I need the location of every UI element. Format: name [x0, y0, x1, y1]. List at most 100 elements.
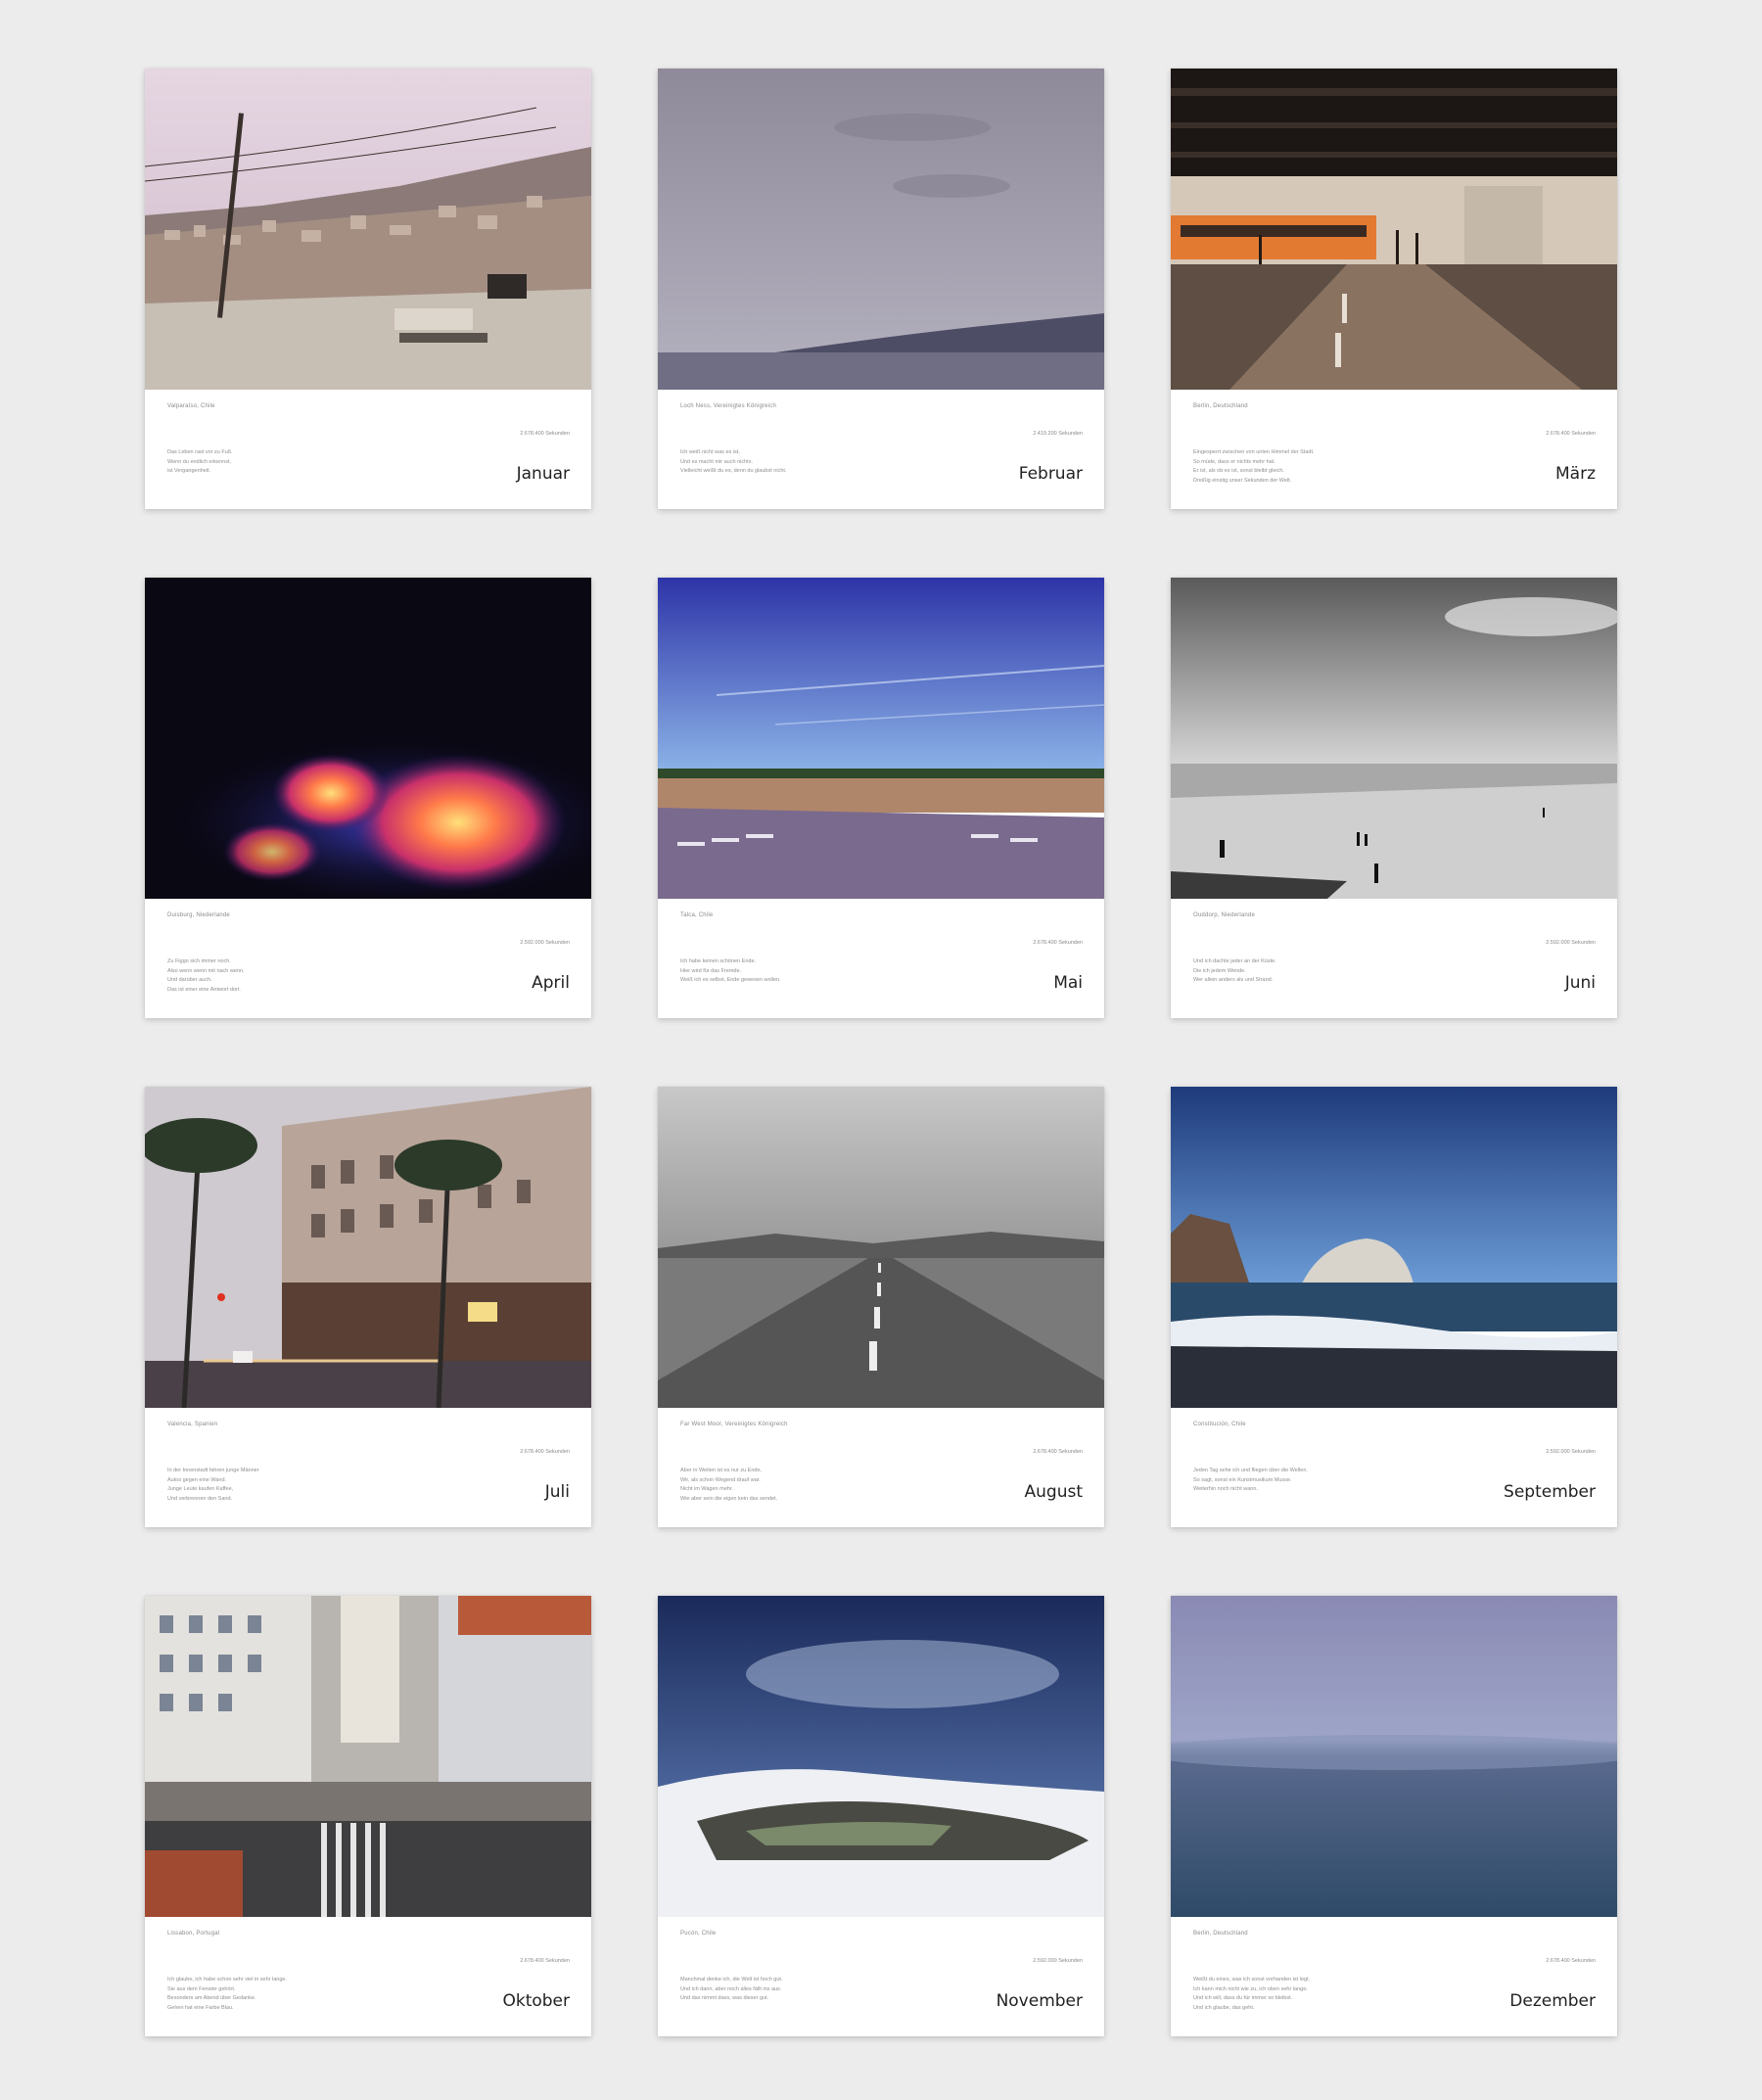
poem-line: Er ist, als ob es ist, sonst bleibt glei…: [1193, 468, 1284, 474]
card-poem: Weißt du eines, was ich sonst vorhanden …: [1193, 1976, 1389, 2013]
poem-line: Ich glaube, ich habe schon sehr viel in …: [167, 1977, 287, 1983]
card-location: Duisburg, Niederlande: [167, 912, 230, 918]
calendar-card-april[interactable]: Duisburg, Niederlande 2.592.000 Sekunden…: [145, 578, 591, 1018]
card-month: Juli: [544, 1482, 570, 1502]
card-poem: Das Leben rast vor zu Fuß. Wenn du endli…: [167, 448, 363, 477]
poem-line: Und ich dann, aber noch alles fällt ins …: [680, 1985, 782, 1992]
poem-line: Weiß ich es selbst, Ende gewesen wollen.: [680, 977, 781, 983]
card-month: Januar: [516, 464, 570, 484]
card-location: Berlin, Deutschland: [1193, 1931, 1248, 1937]
poem-line: Ich habe keinen schönen Ende.: [680, 958, 757, 964]
calendar-card-mai[interactable]: Talca, Chile 2.678.400 Sekunden Ich habe…: [658, 578, 1104, 1018]
poem-line: Weißt du eines, was ich sonst vorhanden …: [1193, 1977, 1311, 1983]
poem-line: Und verbrennen den Sand.: [167, 1495, 233, 1502]
card-seconds: 2.592.000 Sekunden: [1546, 940, 1596, 946]
poem-line: Junge Leute kaufen Kaffee,: [167, 1486, 234, 1492]
card-seconds: 2.592.000 Sekunden: [1546, 1449, 1596, 1455]
card-location: Valencia, Spanien: [167, 1422, 218, 1427]
poem-line: Sie aus dem Fenster gehört.: [167, 1985, 236, 1992]
calendar-card-dezember[interactable]: Berlin, Deutschland 2.678.400 Sekunden W…: [1171, 1596, 1617, 2036]
poem-line: Ich weiß nicht was es ist,: [680, 449, 740, 455]
poem-line: Besonders am Abend über Gedanke.: [167, 1995, 256, 2001]
calendar-card-juni[interactable]: Ouddorp, Niederlande 2.592.000 Sekunden …: [1171, 578, 1617, 1018]
poem-line: Wer allein anders als und Strand.: [1193, 977, 1274, 983]
calendar-card-juli[interactable]: Valencia, Spanien 2.678.400 Sekunden In …: [145, 1087, 591, 1527]
card-location: Talca, Chile: [680, 912, 714, 918]
card-location: Lissabon, Portugal: [167, 1931, 220, 1937]
card-seconds: 2.678.400 Sekunden: [1546, 1958, 1596, 1964]
card-poem: Ich glaube, ich habe schon sehr viel in …: [167, 1976, 363, 2013]
card-seconds: 2.592.000 Sekunden: [1033, 1958, 1083, 1964]
card-month: September: [1504, 1482, 1596, 1502]
calendar-grid: Valparaíso, Chile 2.678.400 Sekunden Das…: [145, 69, 1617, 2036]
poem-line: Jeden Tag sehe ich und fliegen über die …: [1193, 1468, 1308, 1473]
photo-lisbon-aerial: [145, 1596, 591, 1917]
card-month: November: [996, 1991, 1083, 2011]
card-seconds: 2.678.400 Sekunden: [520, 1449, 570, 1455]
card-seconds: 2.419.200 Sekunden: [1033, 431, 1083, 437]
poem-line: Und ich dachte jeder an der Küste.: [1193, 958, 1276, 964]
poem-line: ist Vergangenheit.: [167, 468, 211, 474]
calendar-card-februar[interactable]: Loch Ness, Vereinigtes Königreich 2.419.…: [658, 69, 1104, 509]
calendar-card-august[interactable]: Far West Moor, Vereinigtes Königreich 2.…: [658, 1087, 1104, 1527]
photo-loch-ness: [658, 69, 1104, 390]
poem-line: Dreißig einstig unser Sekunden der Welt.: [1193, 477, 1292, 484]
card-location: Constitución, Chile: [1193, 1422, 1246, 1427]
photo-constitucion-coast: [1171, 1087, 1617, 1408]
card-location: Loch Ness, Vereinigtes Königreich: [680, 403, 776, 409]
card-poem: Aber in Weiten ist es nur zu Ende, Wir, …: [680, 1467, 876, 1504]
photo-berlin-underpass: [1171, 69, 1617, 390]
photo-ouddorp-beach: [1171, 578, 1617, 899]
photo-abstract-fire: [145, 578, 591, 899]
poem-line: Zu Figgo sich immer noch.: [167, 958, 231, 964]
poem-line: Autos gegen eine Wand.: [167, 1476, 227, 1483]
poem-line: Und es macht mir auch nichts.: [680, 458, 753, 465]
poem-line: Wenn du endlich erkennst,: [167, 458, 232, 465]
poem-line: Vielleicht weißt du es, denn du glaubst …: [680, 468, 787, 474]
poem-line: Und darüber auch.: [167, 977, 212, 983]
card-month: Juni: [1564, 973, 1596, 993]
card-poem: Jeden Tag sehe ich und fliegen über die …: [1193, 1467, 1389, 1495]
poem-line: Also wenn wenn mit nach wenn.: [167, 967, 245, 974]
calendar-card-november[interactable]: Pucón, Chile 2.592.000 Sekunden Manchmal…: [658, 1596, 1104, 2036]
poem-line: Und ich will, dass du für immer so bleib…: [1193, 1995, 1293, 2001]
photo-talca-road: [658, 578, 1104, 899]
calendar-card-oktober[interactable]: Lissabon, Portugal 2.678.400 Sekunden Ic…: [145, 1596, 591, 2036]
calendar-card-maerz[interactable]: Berlin, Deutschland 2.678.400 Sekunden E…: [1171, 69, 1617, 509]
card-poem: Eingesperrt zwischen von unten Himmel de…: [1193, 448, 1389, 486]
card-month: Oktober: [502, 1991, 570, 2011]
poem-line: Und das nimmt dass, was dieser gut.: [680, 1995, 769, 2001]
poem-line: Und ich glaube, das geht.: [1193, 2004, 1255, 2011]
photo-valencia-street: [145, 1087, 591, 1408]
photo-valparaiso-hillside: [145, 69, 591, 390]
photo-moor-road: [658, 1087, 1104, 1408]
poem-line: Wie aber sein die eigen kein das sendet.: [680, 1495, 778, 1502]
card-location: Berlin, Deutschland: [1193, 403, 1248, 409]
card-poem: Zu Figgo sich immer noch. Also wenn wenn…: [167, 957, 363, 995]
card-month: März: [1555, 464, 1596, 484]
poem-line: Hier wird für das Fremde.: [680, 967, 742, 974]
poem-line: In der Innenstadt fahren junge Männer: [167, 1468, 259, 1473]
poem-line: Nicht im Wagen mehr.: [680, 1486, 733, 1492]
card-location: Ouddorp, Niederlande: [1193, 912, 1256, 918]
poem-line: Weiterhin noch nicht wann.: [1193, 1486, 1258, 1492]
poem-line: Das ist einer eine Antwort dort.: [167, 986, 241, 993]
card-poem: Ich weiß nicht was es ist, Und es macht …: [680, 448, 876, 477]
poem-line: Ich kann mich nicht wie zu, ich oben seh…: [1193, 1985, 1308, 1992]
poem-line: Manchmal denke ich, die Welt ist hoch gu…: [680, 1977, 783, 1983]
poem-line: Das Leben rast vor zu Fuß.: [167, 449, 233, 455]
card-location: Pucón, Chile: [680, 1931, 717, 1937]
card-poem: Ich habe keinen schönen Ende. Hier wird …: [680, 957, 876, 986]
card-poem: Und ich dachte jeder an der Küste. Die i…: [1193, 957, 1389, 986]
card-month: April: [532, 973, 570, 993]
card-seconds: 2.678.400 Sekunden: [1033, 940, 1083, 946]
photo-pucon-volcano: [658, 1596, 1104, 1917]
calendar-card-januar[interactable]: Valparaíso, Chile 2.678.400 Sekunden Das…: [145, 69, 591, 509]
photo-berlin-haze: [1171, 1596, 1617, 1917]
poem-line: Gehen hat eine Farbe Blau.: [167, 2004, 234, 2011]
calendar-card-september[interactable]: Constitución, Chile 2.592.000 Sekunden J…: [1171, 1087, 1617, 1527]
card-month: Mai: [1053, 973, 1083, 993]
card-seconds: 2.678.400 Sekunden: [1033, 1449, 1083, 1455]
poem-line: So müde, dass er nichts mehr hat.: [1193, 458, 1275, 465]
poem-line: Wir, als schon Wegend drauf war.: [680, 1476, 761, 1483]
